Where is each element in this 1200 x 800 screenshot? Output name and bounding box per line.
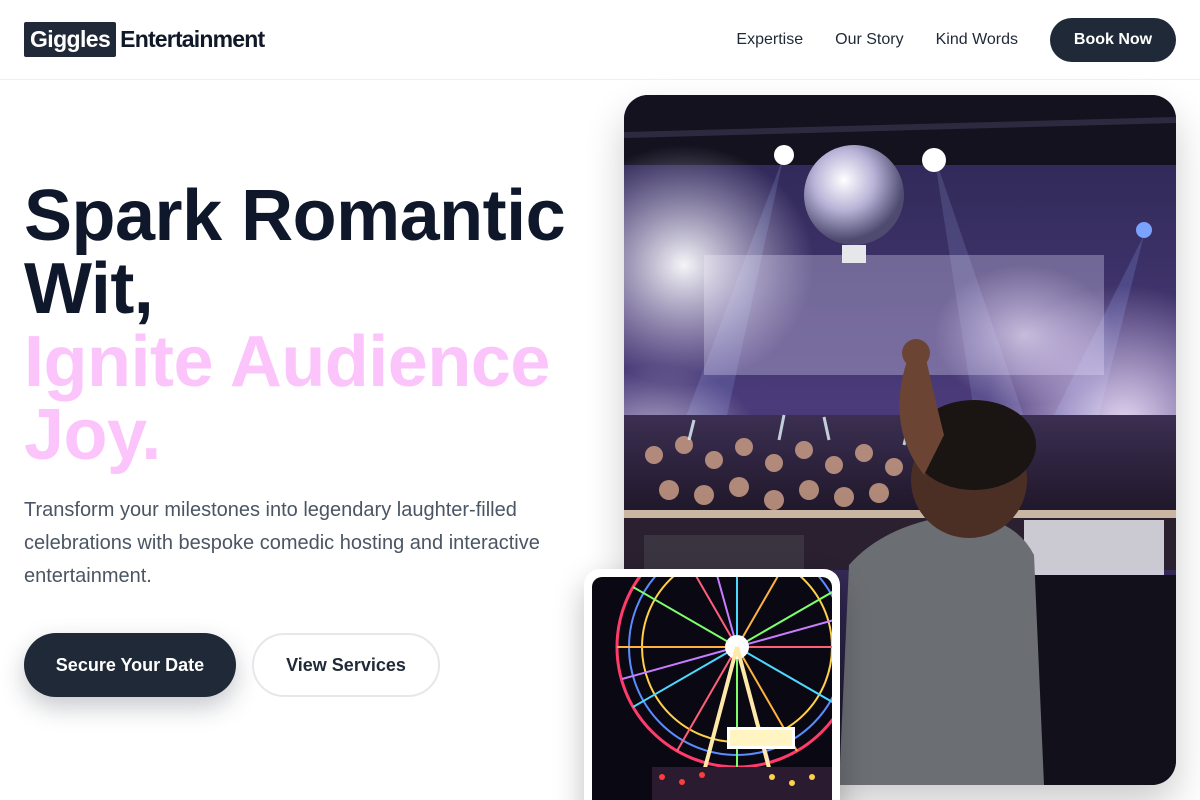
hero-headline: Spark Romantic Wit, Ignite Audience Joy. bbox=[24, 180, 604, 472]
headline-line-4: Joy. bbox=[24, 395, 161, 475]
ferris-wheel-card bbox=[584, 569, 840, 800]
headline-line-2: Wit, bbox=[24, 249, 154, 329]
site-header: Giggles Entertainment Expertise Our Stor… bbox=[0, 0, 1200, 80]
nav-link-our-story[interactable]: Our Story bbox=[835, 31, 903, 49]
brand-logo-box: Giggles bbox=[24, 22, 117, 57]
hero-cta-row: Secure Your Date View Services bbox=[24, 633, 440, 697]
book-now-button[interactable]: Book Now bbox=[1050, 18, 1176, 62]
headline-line-1: Spark Romantic bbox=[24, 176, 566, 256]
headline-line-3: Ignite Audience bbox=[24, 322, 550, 402]
hero-section: Spark Romantic Wit, Ignite Audience Joy. bbox=[24, 180, 604, 472]
ferris-wheel-photo bbox=[592, 577, 832, 800]
hero-subtext: Transform your milestones into legendary… bbox=[24, 499, 540, 587]
main-nav: Expertise Our Story Kind Words Book Now bbox=[736, 18, 1176, 62]
ferris-wheel-illustration bbox=[592, 577, 832, 800]
secure-your-date-button[interactable]: Secure Your Date bbox=[24, 633, 236, 697]
nav-link-expertise[interactable]: Expertise bbox=[736, 31, 803, 49]
nav-link-kind-words[interactable]: Kind Words bbox=[936, 31, 1018, 49]
brand-logo[interactable]: Giggles Entertainment bbox=[24, 22, 265, 57]
brand-logo-text: Entertainment bbox=[120, 26, 265, 52]
view-services-button[interactable]: View Services bbox=[252, 633, 440, 697]
